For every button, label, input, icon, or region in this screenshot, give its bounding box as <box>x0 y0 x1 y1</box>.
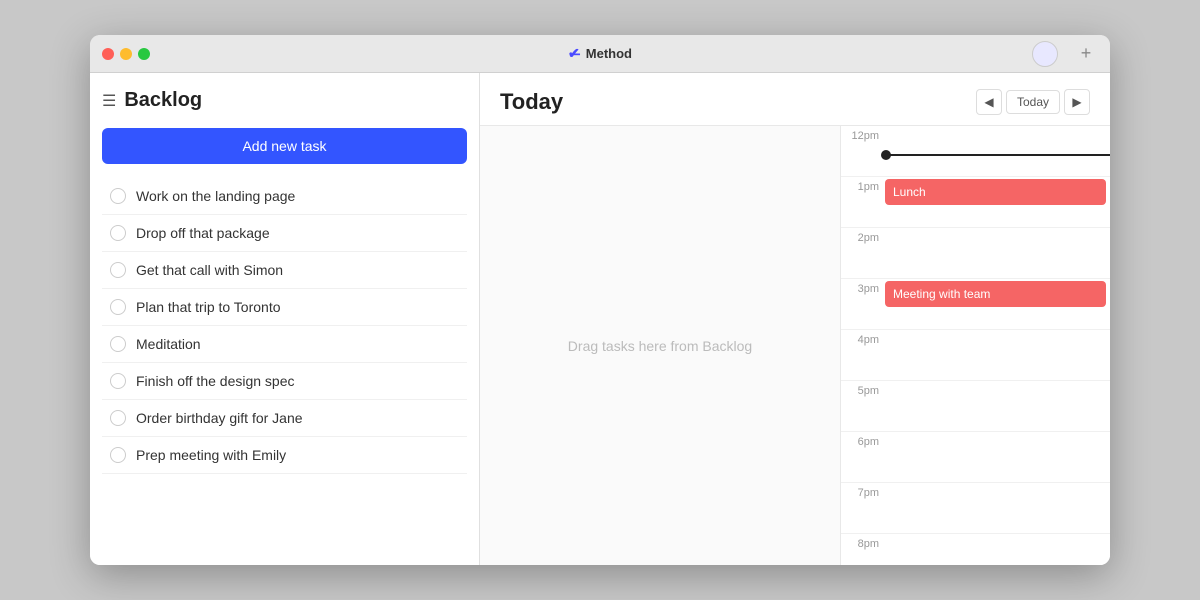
app-logo-icon: ✔̶ <box>568 45 580 62</box>
time-label: 7pm <box>841 483 885 499</box>
time-slot-5pm: 5pm <box>841 381 1110 432</box>
calendar-pane: 12pm 1pm Lunc <box>840 126 1110 565</box>
task-label: Finish off the design spec <box>136 373 295 389</box>
task-item[interactable]: Meditation <box>102 326 467 363</box>
task-item[interactable]: Prep meeting with Emily <box>102 437 467 474</box>
time-slot-12pm: 12pm <box>841 126 1110 177</box>
desktop: ✔̶ Method + ☰ Backlog Add new task Wor <box>0 0 1200 600</box>
time-label: 3pm <box>841 279 885 295</box>
task-label: Order birthday gift for Jane <box>136 410 303 426</box>
nav-next-button[interactable]: ▶ <box>1064 89 1090 115</box>
time-slot-1pm: 1pm Lunch <box>841 177 1110 228</box>
time-label: 12pm <box>841 126 885 142</box>
task-checkbox[interactable] <box>110 336 126 352</box>
sidebar-title: Backlog <box>124 89 202 112</box>
time-content <box>885 483 1110 533</box>
task-label: Plan that trip to Toronto <box>136 299 281 315</box>
today-title: Today <box>500 89 976 115</box>
time-content <box>885 228 1110 278</box>
add-task-button[interactable]: Add new task <box>102 128 467 164</box>
task-label: Work on the landing page <box>136 188 295 204</box>
time-slot-6pm: 6pm <box>841 432 1110 483</box>
window-body: ☰ Backlog Add new task Work on the landi… <box>90 73 1110 565</box>
window-title: ✔̶ Method <box>568 45 632 62</box>
traffic-lights <box>102 48 150 60</box>
task-label: Prep meeting with Emily <box>136 447 286 463</box>
time-content: Meeting with team <box>885 279 1110 329</box>
task-item[interactable]: Work on the landing page <box>102 178 467 215</box>
close-button[interactable] <box>102 48 114 60</box>
avatar[interactable] <box>1032 41 1058 67</box>
task-item[interactable]: Plan that trip to Toronto <box>102 289 467 326</box>
time-label: 4pm <box>841 330 885 346</box>
task-label: Get that call with Simon <box>136 262 283 278</box>
time-slot-8pm: 8pm <box>841 534 1110 565</box>
task-checkbox[interactable] <box>110 373 126 389</box>
task-checkbox[interactable] <box>110 262 126 278</box>
sidebar: ☰ Backlog Add new task Work on the landi… <box>90 73 480 565</box>
time-slot-7pm: 7pm <box>841 483 1110 534</box>
task-checkbox[interactable] <box>110 410 126 426</box>
time-content <box>885 534 1110 565</box>
current-time-line <box>885 154 1110 156</box>
app-title: Method <box>586 46 632 61</box>
time-content <box>885 432 1110 482</box>
drop-zone: Drag tasks here from Backlog <box>480 126 840 565</box>
time-content <box>885 330 1110 380</box>
drop-hint-text: Drag tasks here from Backlog <box>568 338 752 354</box>
time-slot-2pm: 2pm <box>841 228 1110 279</box>
task-checkbox[interactable] <box>110 447 126 463</box>
main-content: Today ◀ Today ▶ Drag tasks here from Bac… <box>480 73 1110 565</box>
time-label: 6pm <box>841 432 885 448</box>
task-item[interactable]: Order birthday gift for Jane <box>102 400 467 437</box>
nav-prev-button[interactable]: ◀ <box>976 89 1002 115</box>
task-item[interactable]: Drop off that package <box>102 215 467 252</box>
time-label: 5pm <box>841 381 885 397</box>
time-slot-4pm: 4pm <box>841 330 1110 381</box>
nav-today-button[interactable]: Today <box>1006 90 1060 114</box>
calendar-event-meeting[interactable]: Meeting with team <box>885 281 1106 307</box>
time-content <box>885 126 1110 176</box>
event-title: Lunch <box>893 185 926 199</box>
add-tab-button[interactable]: + <box>1074 42 1098 66</box>
app-window: ✔̶ Method + ☰ Backlog Add new task Wor <box>90 35 1110 565</box>
task-checkbox[interactable] <box>110 299 126 315</box>
time-label: 1pm <box>841 177 885 193</box>
today-header: Today ◀ Today ▶ <box>480 73 1110 126</box>
time-content: Lunch <box>885 177 1110 227</box>
time-content <box>885 381 1110 431</box>
content-area: Drag tasks here from Backlog 12pm <box>480 126 1110 565</box>
current-time-dot <box>881 150 891 160</box>
fullscreen-button[interactable] <box>138 48 150 60</box>
menu-icon: ☰ <box>102 91 116 111</box>
titlebar: ✔̶ Method + <box>90 35 1110 73</box>
task-item[interactable]: Finish off the design spec <box>102 363 467 400</box>
time-slot-3pm: 3pm Meeting with team <box>841 279 1110 330</box>
time-label: 8pm <box>841 534 885 550</box>
minimize-button[interactable] <box>120 48 132 60</box>
task-checkbox[interactable] <box>110 225 126 241</box>
task-checkbox[interactable] <box>110 188 126 204</box>
today-nav: ◀ Today ▶ <box>976 89 1090 115</box>
sidebar-header: ☰ Backlog <box>102 89 467 112</box>
task-label: Drop off that package <box>136 225 270 241</box>
event-title: Meeting with team <box>893 287 990 301</box>
task-item[interactable]: Get that call with Simon <box>102 252 467 289</box>
task-label: Meditation <box>136 336 201 352</box>
time-label: 2pm <box>841 228 885 244</box>
calendar-event-lunch[interactable]: Lunch <box>885 179 1106 205</box>
